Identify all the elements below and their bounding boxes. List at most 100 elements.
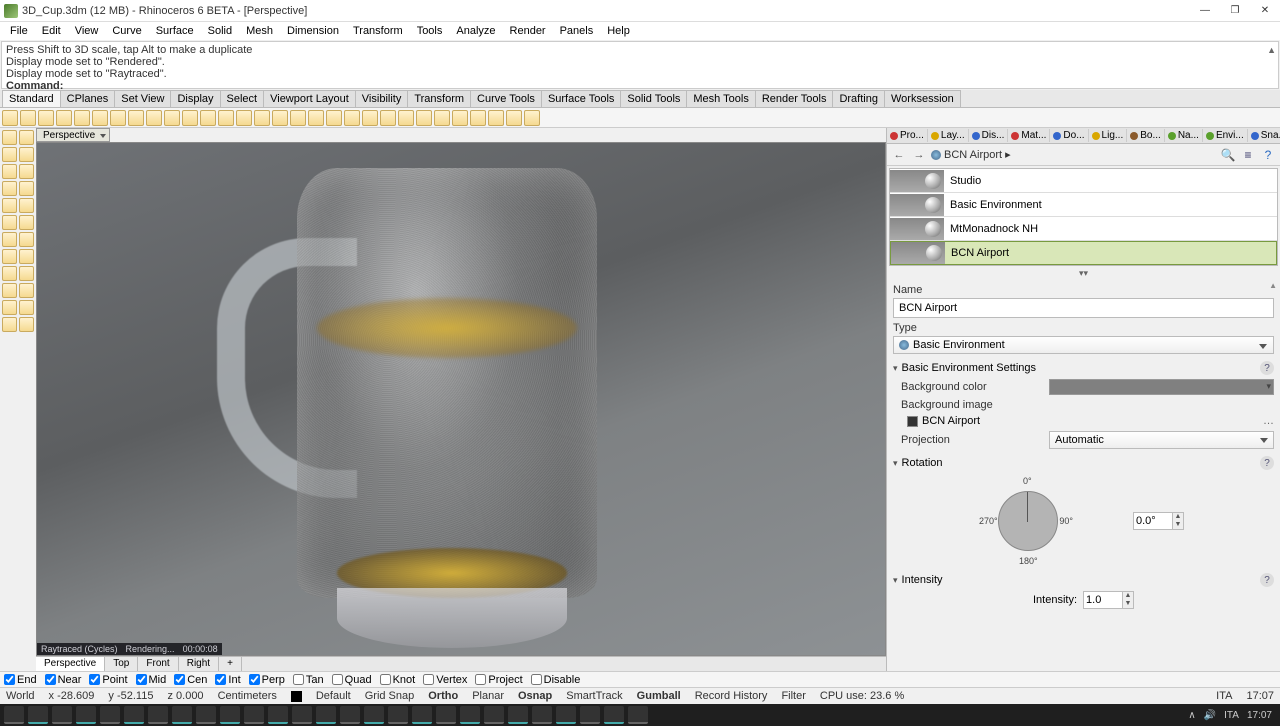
bg-color-swatch[interactable] xyxy=(1049,379,1274,395)
help-icon[interactable]: ? xyxy=(1260,361,1274,375)
menu-help[interactable]: Help xyxy=(601,24,636,38)
toolbar-tab[interactable]: Transform xyxy=(407,90,471,107)
menu-analyze[interactable]: Analyze xyxy=(450,24,501,38)
taskbar-icon[interactable] xyxy=(484,706,504,724)
panel-tab[interactable]: Sna... xyxy=(1248,129,1280,142)
taskbar-icon[interactable] xyxy=(4,706,24,724)
toolbar-icon[interactable] xyxy=(56,110,72,126)
taskbar-icon[interactable] xyxy=(52,706,72,724)
toolbar-icon[interactable] xyxy=(146,110,162,126)
tool-icon[interactable] xyxy=(19,283,34,298)
panel-tab[interactable]: Do... xyxy=(1050,129,1088,142)
type-select[interactable]: Basic Environment xyxy=(893,336,1274,354)
scroll-up-icon[interactable]: ▲ xyxy=(1267,44,1276,56)
toolbar-icon[interactable] xyxy=(524,110,540,126)
history-toggle[interactable]: Record History xyxy=(695,690,768,702)
taskbar-icon[interactable] xyxy=(412,706,432,724)
tool-icon[interactable] xyxy=(19,300,34,315)
toolbar-icon[interactable] xyxy=(2,110,18,126)
env-item[interactable]: MtMonadnock NH xyxy=(890,217,1277,241)
toolbar-icon[interactable] xyxy=(164,110,180,126)
more-icon[interactable]: … xyxy=(1263,415,1274,427)
scroll-up-icon[interactable]: ▲ xyxy=(1269,281,1277,290)
view-tab[interactable]: + xyxy=(219,657,242,671)
breadcrumb[interactable]: BCN Airport ▸ xyxy=(931,148,1011,161)
system-tray[interactable]: ∧🔊ITA17:07 xyxy=(1188,710,1276,721)
toolbar-icon[interactable] xyxy=(506,110,522,126)
section-basic-env[interactable]: ▾ Basic Environment Settings ? xyxy=(893,361,1274,375)
spin-up-icon[interactable]: ▲ xyxy=(1173,513,1183,521)
spin-down-icon[interactable]: ▼ xyxy=(1173,521,1183,529)
taskbar-icon[interactable] xyxy=(604,706,624,724)
toolbar-tab[interactable]: Visibility xyxy=(355,90,409,107)
planar-toggle[interactable]: Planar xyxy=(472,690,504,702)
menu-curve[interactable]: Curve xyxy=(106,24,147,38)
toolbar-icon[interactable] xyxy=(272,110,288,126)
bg-image-value[interactable]: BCN Airport … xyxy=(907,415,1274,427)
osnap-cen[interactable]: Cen xyxy=(174,674,207,686)
osnap-knot[interactable]: Knot xyxy=(380,674,416,686)
tool-icon[interactable] xyxy=(19,249,34,264)
taskbar-icon[interactable] xyxy=(148,706,168,724)
smarttrack-toggle[interactable]: SmartTrack xyxy=(566,690,622,702)
toolbar-icon[interactable] xyxy=(362,110,378,126)
taskbar-icon[interactable] xyxy=(244,706,264,724)
toolbar-tab[interactable]: Curve Tools xyxy=(470,90,542,107)
taskbar-icon[interactable] xyxy=(436,706,456,724)
toolbar-icon[interactable] xyxy=(488,110,504,126)
taskbar-icon[interactable] xyxy=(268,706,288,724)
osnap-int[interactable]: Int xyxy=(215,674,240,686)
view-tab[interactable]: Right xyxy=(179,657,219,671)
toolbar-tab[interactable]: CPlanes xyxy=(60,90,116,107)
layer-swatch[interactable] xyxy=(291,691,302,702)
toolbar-icon[interactable] xyxy=(20,110,36,126)
help-icon[interactable]: ? xyxy=(1260,147,1276,163)
toolbar-icon[interactable] xyxy=(308,110,324,126)
filter-toggle[interactable]: Filter xyxy=(781,690,805,702)
taskbar-icon[interactable] xyxy=(556,706,576,724)
tool-icon[interactable] xyxy=(2,164,17,179)
menu-dimension[interactable]: Dimension xyxy=(281,24,345,38)
tool-icon[interactable] xyxy=(19,181,34,196)
taskbar-icon[interactable] xyxy=(28,706,48,724)
panel-tab[interactable]: Envi... xyxy=(1203,129,1248,142)
toolbar-icon[interactable] xyxy=(416,110,432,126)
spin-down-icon[interactable]: ▼ xyxy=(1123,600,1133,608)
toolbar-tab[interactable]: Solid Tools xyxy=(620,90,687,107)
toolbar-icon[interactable] xyxy=(344,110,360,126)
taskbar-icon[interactable] xyxy=(340,706,360,724)
taskbar-icon[interactable] xyxy=(388,706,408,724)
osnap-quad[interactable]: Quad xyxy=(332,674,372,686)
command-area[interactable]: Press Shift to 3D scale, tap Alt to make… xyxy=(1,41,1279,89)
tool-icon[interactable] xyxy=(19,317,34,332)
collapse-icon[interactable]: ▾▾ xyxy=(887,268,1280,278)
menu-transform[interactable]: Transform xyxy=(347,24,409,38)
panel-tab[interactable]: Lay... xyxy=(928,129,969,142)
env-item[interactable]: Basic Environment xyxy=(890,193,1277,217)
layer-readout[interactable]: Default xyxy=(316,690,351,702)
toolbar-icon[interactable] xyxy=(74,110,90,126)
projection-select[interactable]: Automatic xyxy=(1049,431,1274,449)
tool-icon[interactable] xyxy=(19,232,34,247)
env-item[interactable]: Studio xyxy=(890,169,1277,193)
tool-icon[interactable] xyxy=(19,164,34,179)
osnap-near[interactable]: Near xyxy=(45,674,82,686)
tool-icon[interactable] xyxy=(2,147,17,162)
toolbar-tab[interactable]: Viewport Layout xyxy=(263,90,356,107)
panel-tab[interactable]: Pro... xyxy=(887,129,928,142)
close-button[interactable]: ✕ xyxy=(1250,0,1280,22)
toolbar-icon[interactable] xyxy=(218,110,234,126)
taskbar-icon[interactable] xyxy=(196,706,216,724)
env-item[interactable]: BCN Airport xyxy=(890,241,1277,265)
grid-snap-toggle[interactable]: Grid Snap xyxy=(365,690,415,702)
taskbar-icon[interactable] xyxy=(628,706,648,724)
tool-icon[interactable] xyxy=(2,317,17,332)
taskbar-icon[interactable] xyxy=(292,706,312,724)
taskbar-icon[interactable] xyxy=(316,706,336,724)
toolbar-icon[interactable] xyxy=(326,110,342,126)
toolbar-icon[interactable] xyxy=(452,110,468,126)
taskbar-icon[interactable] xyxy=(220,706,240,724)
osnap-toggle[interactable]: Osnap xyxy=(518,690,552,702)
taskbar-icon[interactable] xyxy=(100,706,120,724)
tool-icon[interactable] xyxy=(2,198,17,213)
